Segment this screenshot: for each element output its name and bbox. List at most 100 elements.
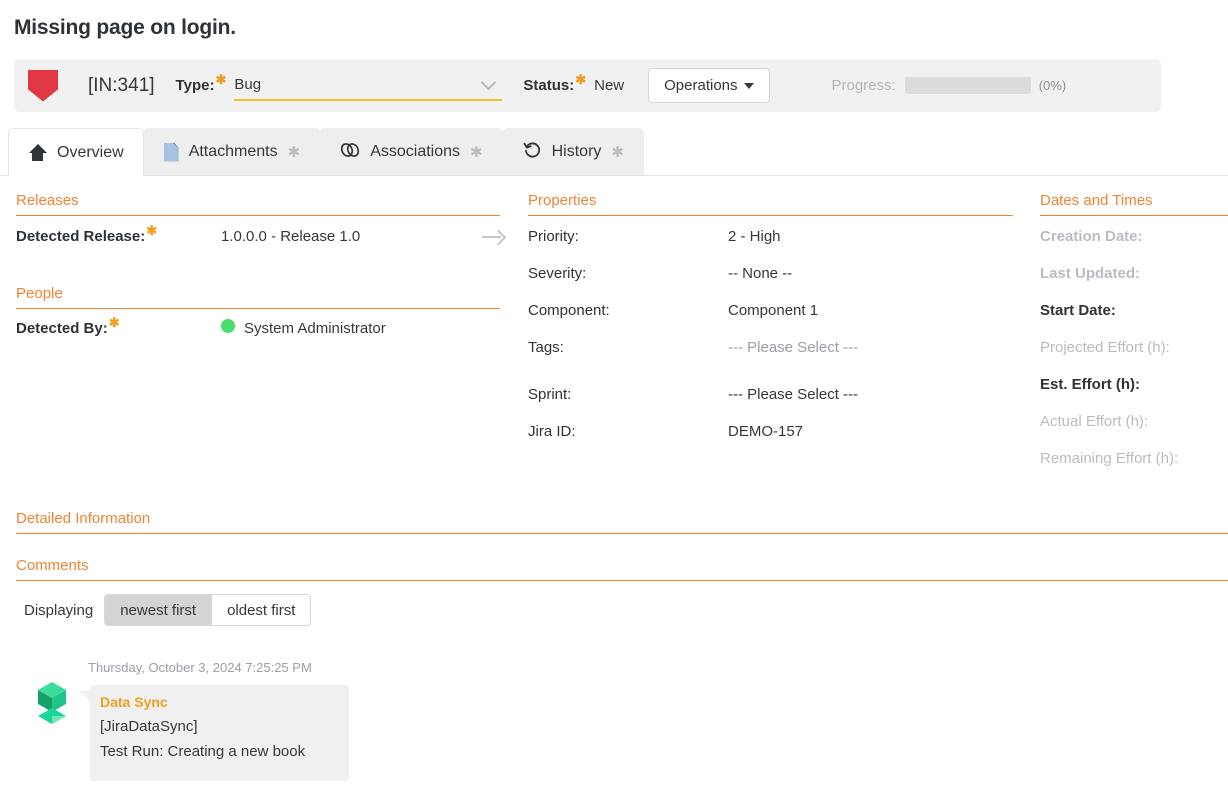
sort-newest-first-button[interactable]: newest first: [104, 594, 212, 626]
field-creation-date: Creation Date:: [1040, 228, 1228, 265]
link-icon: [340, 141, 360, 164]
required-star-icon: ✱: [575, 72, 586, 87]
required-star-icon: ✱: [215, 72, 226, 87]
tab-associations-label: Associations: [370, 143, 460, 161]
detected-by-label: Detected By:✱: [16, 320, 221, 337]
column-releases: Releases Detected Release:✱ 1.0.0.0 - Re…: [16, 192, 500, 356]
start-date-label: Start Date:: [1040, 302, 1116, 319]
tab-overview-label: Overview: [57, 144, 124, 162]
tags-value[interactable]: --- Please Select ---: [728, 339, 858, 356]
detected-by-label-text: Detected By:: [16, 320, 108, 337]
progress-bar: [905, 77, 1031, 94]
field-start-date: Start Date:: [1040, 302, 1228, 339]
remaining-effort-label: Remaining Effort (h):: [1040, 450, 1178, 467]
artifact-id: [IN:341]: [88, 75, 155, 97]
tab-history[interactable]: History ✱: [503, 128, 644, 175]
detected-by-value[interactable]: System Administrator: [244, 320, 386, 337]
comment-line: [JiraDataSync]: [100, 715, 336, 740]
creation-date-label: Creation Date:: [1040, 228, 1143, 245]
comment-timestamp: Thursday, October 3, 2024 7:25:25 PM: [88, 660, 312, 675]
home-icon: [28, 144, 47, 161]
detected-release-value[interactable]: 1.0.0.0 - Release 1.0: [221, 228, 360, 245]
field-priority: Priority: 2 - High: [528, 228, 1013, 265]
field-last-updated: Last Updated:: [1040, 265, 1228, 302]
arrow-right-icon[interactable]: [482, 230, 504, 244]
jira-id-label: Jira ID:: [528, 423, 728, 440]
est-effort-label: Est. Effort (h):: [1040, 376, 1140, 393]
chevron-down-icon: [483, 77, 496, 85]
sprint-label: Sprint:: [528, 386, 728, 403]
detected-release-label: Detected Release:✱: [16, 228, 221, 245]
status-value: New: [594, 77, 624, 94]
projected-effort-label: Projected Effort (h):: [1040, 339, 1170, 356]
priority-label: Priority:: [528, 228, 728, 245]
comment-author: Data Sync: [100, 694, 336, 710]
caret-down-icon: [744, 83, 754, 89]
status-label: Status:✱: [523, 77, 586, 94]
artifact-header-bar: [IN:341] Type:✱ Bug Status:✱ New Operati…: [14, 59, 1161, 112]
operations-button[interactable]: Operations: [648, 68, 769, 103]
tab-bar: Overview Attachments ✱ Associations ✱ Hi…: [0, 128, 1228, 176]
sort-oldest-first-button[interactable]: oldest first: [212, 594, 311, 626]
priority-value[interactable]: 2 - High: [728, 228, 781, 245]
tab-attachments[interactable]: Attachments ✱: [144, 128, 321, 175]
field-est-effort: Est. Effort (h):: [1040, 376, 1228, 413]
section-heading-dates-and-times: Dates and Times: [1040, 192, 1228, 216]
comment-line: Test Run: Creating a new book: [100, 740, 336, 765]
green-cube-icon: [33, 680, 71, 728]
sort-button-group: newest first oldest first: [104, 594, 311, 626]
section-detailed-information: Detailed Information: [16, 510, 1228, 546]
tab-star-icon: ✱: [611, 143, 624, 161]
field-component: Component: Component 1: [528, 302, 1013, 339]
field-jira-id: Jira ID: DEMO-157: [528, 423, 1013, 460]
column-properties: Properties Priority: 2 - High Severity: …: [528, 192, 1013, 460]
last-updated-label: Last Updated:: [1040, 265, 1140, 282]
shield-icon: [28, 70, 58, 102]
displaying-label: Displaying: [24, 602, 93, 619]
field-tags: Tags: --- Please Select ---: [528, 339, 1013, 386]
operations-button-label: Operations: [664, 77, 737, 94]
required-star-icon: ✱: [146, 223, 157, 238]
tab-associations[interactable]: Associations ✱: [320, 128, 502, 175]
section-comments: Comments: [16, 557, 1228, 593]
progress-label: Progress:: [832, 77, 896, 94]
section-heading-people: People: [16, 285, 500, 309]
progress-percent: (0%): [1039, 78, 1066, 93]
type-label: Type:✱: [176, 77, 227, 94]
tab-history-label: History: [552, 143, 602, 161]
severity-value[interactable]: -- None --: [728, 265, 792, 282]
component-value[interactable]: Component 1: [728, 302, 818, 319]
jira-id-value[interactable]: DEMO-157: [728, 423, 803, 440]
section-heading-detailed-information: Detailed Information: [16, 510, 1228, 534]
type-select[interactable]: Bug: [234, 71, 502, 101]
type-select-value: Bug: [234, 76, 261, 93]
document-icon: [164, 143, 179, 162]
field-remaining-effort: Remaining Effort (h):: [1040, 450, 1228, 487]
column-dates-and-times: Dates and Times Creation Date: Last Upda…: [1040, 192, 1228, 487]
required-star-icon: ✱: [109, 315, 120, 330]
severity-label: Severity:: [528, 265, 728, 282]
tab-star-icon: ✱: [288, 143, 301, 161]
tab-star-icon: ✱: [470, 143, 483, 161]
tags-label: Tags:: [528, 339, 728, 356]
field-severity: Severity: -- None --: [528, 265, 1013, 302]
page-title: Missing page on login.: [0, 0, 1228, 40]
sprint-value[interactable]: --- Please Select ---: [728, 386, 858, 403]
field-projected-effort: Projected Effort (h):: [1040, 339, 1228, 376]
history-icon: [523, 141, 542, 164]
tab-attachments-label: Attachments: [189, 143, 278, 161]
tab-overview[interactable]: Overview: [8, 128, 144, 176]
field-sprint: Sprint: --- Please Select ---: [528, 386, 1013, 423]
type-label-text: Type:: [176, 77, 215, 94]
section-heading-properties: Properties: [528, 192, 1013, 216]
detected-release-label-text: Detected Release:: [16, 228, 145, 245]
comments-sort-control: Displaying newest first oldest first: [24, 594, 311, 626]
comment-bubble: Data Sync [JiraDataSync] Test Run: Creat…: [90, 685, 349, 781]
actual-effort-label: Actual Effort (h):: [1040, 413, 1148, 430]
status-label-text: Status:: [523, 77, 574, 94]
section-heading-comments: Comments: [16, 557, 1228, 581]
section-heading-releases: Releases: [16, 192, 500, 216]
field-actual-effort: Actual Effort (h):: [1040, 413, 1228, 450]
field-detected-by: Detected By:✱ System Administrator: [16, 319, 500, 356]
field-detected-release: Detected Release:✱ 1.0.0.0 - Release 1.0: [16, 228, 500, 265]
